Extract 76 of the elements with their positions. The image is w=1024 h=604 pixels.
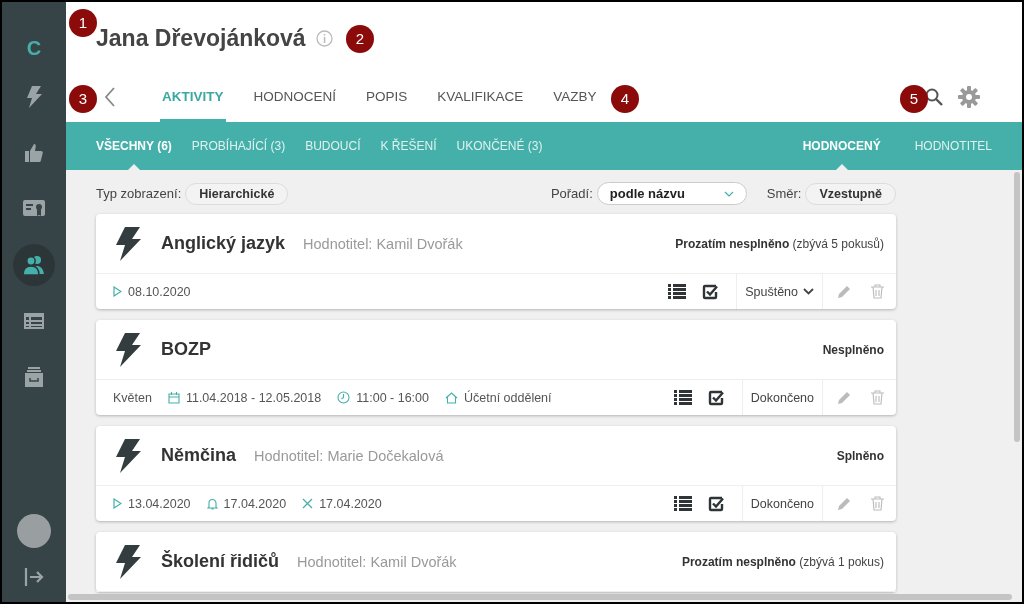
evaluator-text: Hodnotitel: Kamil Dvořák [297,553,457,570]
avatar[interactable] [17,514,51,548]
table-icon [24,313,44,329]
caret-icon [803,288,814,295]
list-icon[interactable] [673,496,692,511]
footer-text: 17.04.2020 [319,496,382,511]
activity-title: Školení řidičů [161,551,280,572]
status-dropdown[interactable]: Dokončeno [741,486,823,521]
list-icon[interactable] [668,284,687,299]
activity-card[interactable]: Školení řidičů Hodnotitel: Kamil Dvořák Prozatím nesplněno (zbývá 1 pokus) [96,532,896,592]
callout-number: 5 [900,85,928,113]
checkbox-icon[interactable] [707,389,724,406]
archive-drawer-icon [24,367,44,387]
result-text: Prozatím nesplněno (zbývá 1 pokus) [681,554,884,569]
bolt-icon [113,544,143,579]
activity-title: Němčina [161,445,237,466]
settings-icon[interactable] [958,86,980,108]
footer-text: 17.04.2020 [223,496,287,511]
house-icon [445,391,458,404]
activity-card[interactable]: BOZP Nesplněno Květen 11.04.2018 - 12.05.2018 11:00 - 16:00 Účetní oddělení Dokončeno [96,320,896,415]
callout-number: 2 [346,25,374,53]
callout-number: 3 [69,85,97,113]
footer-text: 13.04.2020 [128,496,191,511]
clock-icon [337,391,351,404]
scrollbar-thumb[interactable] [1014,172,1020,442]
bolt-icon [113,438,143,473]
calendar-icon [167,391,180,404]
bolt-icon [24,86,44,108]
search-icon[interactable] [924,87,944,107]
bolt-icon [113,226,143,261]
order-label: Pořadí: [550,186,593,201]
activity-title: BOZP [161,339,211,360]
checkbox-icon[interactable] [702,283,719,300]
view-type-label: Typ zobrazení: [96,186,182,201]
logout-icon[interactable] [24,568,44,586]
play-icon [113,286,122,297]
thumbs-up-icon [24,143,44,163]
direction-label: Směr: [766,186,802,201]
tab[interactable]: POPIS [364,72,410,122]
bolt-icon [113,332,143,367]
view-type-toggle[interactable]: Hierarchické [185,182,289,205]
evaluator-text: Hodnotitel: Kamil Dvořák [303,235,463,252]
order-select[interactable]: podle názvu [596,182,747,205]
callout-number: 4 [611,85,639,113]
list-icon[interactable] [673,390,692,405]
play-icon [113,498,122,509]
activity-card[interactable]: Anglický jazyk Hodnotitel: Kamil Dvořák Prozatím nesplněno (zbývá 5 pokusů) 08.10.2020 Spuštěno [96,214,896,309]
certificate-icon [23,200,45,218]
person-name: Jana Dřevojánková [96,24,306,52]
result-text: Nesplněno [822,342,884,357]
people-icon [22,255,46,275]
checkbox-icon[interactable] [707,495,724,512]
result-text: Splněno [836,448,884,463]
activity-title: Anglický jazyk [161,233,286,254]
footer-text: 11:00 - 16:00 [356,390,429,405]
tab[interactable]: KVALIFIKACE [435,72,526,122]
status-dropdown[interactable]: Spuštěno [736,274,823,309]
activity-card[interactable]: Němčina Hodnotitel: Marie Dočekalová Splněno 13.04.2020 17.04.2020 17.04.2020 Dokončeno [96,426,896,521]
tab[interactable]: VAZBY [551,72,599,122]
back-chevron-icon[interactable] [104,87,116,107]
callout-number: 1 [69,9,97,37]
evaluator-text: Hodnotitel: Marie Dočekalová [254,447,444,464]
status-dropdown[interactable]: Dokončeno [741,380,823,415]
chevron-down-icon [723,190,734,197]
people-nav-item[interactable] [13,244,55,286]
horizontal-scrollbar[interactable] [68,594,1012,600]
app-logo[interactable]: C [26,20,42,76]
footer-text: Účetní oddělení [464,390,552,405]
footer-text: Květen [113,390,152,405]
result-text: Prozatím nesplněno (zbývá 5 pokusů) [675,236,884,251]
footer-text: 11.04.2018 - 12.05.2018 [185,390,322,405]
bell-icon [206,497,218,510]
cross-icon [302,498,314,509]
tab[interactable]: HODNOCENÍ [251,72,339,122]
direction-toggle[interactable]: Vzestupně [805,182,896,205]
footer-text: 08.10.2020 [128,284,191,299]
